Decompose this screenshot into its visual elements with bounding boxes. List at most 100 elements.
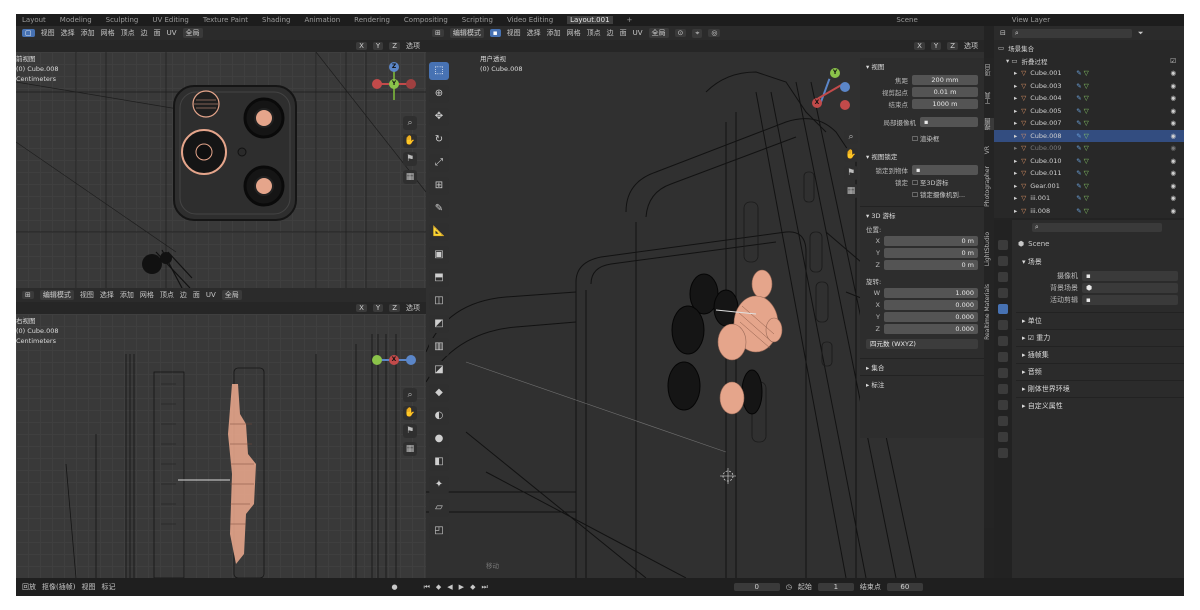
stopwatch-icon[interactable]: ◷ — [786, 583, 792, 591]
outliner-item-row[interactable]: ▸ ▽ Cube.001 ✎ ▽ ◉ — [994, 67, 1184, 80]
workspace-tab-scripting[interactable]: Scripting — [462, 16, 493, 24]
smooth-tool-icon[interactable]: ● — [429, 430, 449, 448]
mirror-y-toggle[interactable]: Y — [930, 42, 942, 50]
view-menu[interactable]: 视图 — [507, 28, 521, 38]
workspace-tab-rendering[interactable]: Rendering — [354, 16, 390, 24]
scale-tool-icon[interactable]: ⤢ — [429, 154, 449, 172]
face-menu[interactable]: 面 — [154, 28, 161, 38]
rot-x-field[interactable]: 0.000 — [884, 300, 978, 310]
mirror-y-toggle[interactable]: Y — [372, 42, 384, 50]
transform-orientation[interactable]: 全局 — [221, 290, 242, 300]
units-section[interactable]: ▸ 单位 — [1016, 312, 1184, 329]
shear-tool-icon[interactable]: ▱ — [429, 499, 449, 517]
face-menu[interactable]: 面 — [620, 28, 627, 38]
play-reverse-icon[interactable]: ◀ — [447, 583, 452, 591]
gravity-checkbox[interactable]: ☑ — [1028, 334, 1034, 342]
zoom-icon[interactable]: ⌕ — [403, 388, 417, 402]
camera-to-view-checkbox[interactable]: ☐ 锁定摄像机到... — [912, 189, 965, 199]
view-layer-selector[interactable]: View Layer — [1012, 16, 1050, 24]
cursor-y-field[interactable]: 0 m — [884, 248, 978, 258]
outliner-item-row[interactable]: ▸ ▽ Cube.004 ✎ ▽ ◉ — [994, 92, 1184, 105]
expand-arrow-icon[interactable]: ▸ — [1014, 82, 1017, 90]
options-menu[interactable]: 选项 — [964, 41, 978, 51]
outliner-item-row[interactable]: ▸ ▽ Cube.010 ✎ ▽ ◉ — [994, 155, 1184, 168]
transform-orientation[interactable]: 全局 — [182, 28, 203, 38]
edge-slide-icon[interactable]: ◧ — [429, 453, 449, 471]
editor-type-icon[interactable]: ⊞ — [432, 29, 444, 37]
gizmo-z-icon[interactable]: Z — [389, 62, 399, 72]
poly-build-icon[interactable]: ◆ — [429, 384, 449, 402]
visibility-eye-icon[interactable]: ◉ — [1170, 94, 1176, 102]
zoom-icon[interactable]: ⌕ — [844, 130, 858, 144]
cursor-x-field[interactable]: 0 m — [884, 236, 978, 246]
mirror-z-toggle[interactable]: Z — [389, 304, 400, 312]
outliner-item-row[interactable]: ▸ ▽ iii.008 ✎ ▽ ◉ — [994, 205, 1184, 218]
visibility-eye-icon[interactable]: ◉ — [1170, 182, 1176, 190]
transform-tool-icon[interactable]: ⊞ — [429, 177, 449, 195]
keying-menu[interactable]: 抠像(插帧) — [42, 582, 75, 592]
tab-view[interactable]: 视图 — [984, 118, 994, 130]
outliner-display-mode-icon[interactable]: ⊟ — [1000, 29, 1006, 37]
vertex-menu[interactable]: 顶点 — [160, 290, 174, 300]
rotate-tool-icon[interactable]: ↻ — [429, 131, 449, 149]
navigation-gizmo[interactable]: X — [372, 338, 416, 382]
workspace-tab-animation[interactable]: Animation — [304, 16, 340, 24]
edge-menu[interactable]: 边 — [607, 28, 614, 38]
gizmo-z-icon[interactable] — [840, 82, 850, 92]
audio-section[interactable]: ▸ 音频 — [1016, 363, 1184, 380]
options-menu[interactable]: 选项 — [406, 303, 420, 313]
next-key-icon[interactable]: ◆ — [470, 583, 475, 591]
scene-collection-row[interactable]: ▭ 场景集合 — [994, 42, 1184, 55]
grid-toggle-icon[interactable]: ▦ — [403, 442, 417, 456]
tab-tool[interactable]: 工具 — [984, 92, 994, 104]
rot-z-field[interactable]: 0.000 — [884, 324, 978, 334]
expand-arrow-icon[interactable]: ▸ — [1014, 194, 1017, 202]
view-menu[interactable]: 视图 — [41, 28, 55, 38]
navigation-gizmo[interactable]: Z Y — [372, 62, 416, 106]
outliner-item-row[interactable]: ▸ ▽ iii.001 ✎ ▽ ◉ — [994, 192, 1184, 205]
play-icon[interactable]: ▶ — [459, 583, 464, 591]
select-menu[interactable]: 选择 — [100, 290, 114, 300]
tab-photographer[interactable]: Photographer — [984, 166, 994, 207]
workspace-tab-uv-editing[interactable]: UV Editing — [152, 16, 189, 24]
scene-selector[interactable]: Scene — [896, 16, 917, 24]
camera-icon[interactable]: ⚑ — [844, 166, 858, 180]
outliner-item-row[interactable]: ▸ ▽ Cube.003 ✎ ▽ ◉ — [994, 80, 1184, 93]
gizmo-y-icon[interactable]: Y — [830, 68, 840, 78]
pan-hand-icon[interactable]: ✋ — [403, 134, 417, 148]
gizmo-y-icon[interactable] — [372, 355, 382, 365]
outliner-item-row[interactable]: ▸ ▽ Cube.008 ✎ ▽ ◉ — [994, 129, 1184, 142]
mirror-z-toggle[interactable]: Z — [947, 42, 958, 50]
viewport-right[interactable]: 右视图 (0) Cube.008 Centimeters X ⌕ ✋ ⚑ ▦ — [16, 314, 426, 578]
expand-arrow-icon[interactable]: ▸ — [1014, 182, 1017, 190]
local-camera-field[interactable]: ▪ — [920, 117, 978, 127]
tab-item[interactable]: 项目 — [984, 64, 994, 76]
view-layer-tab-icon[interactable] — [998, 288, 1008, 298]
object-tab-icon[interactable] — [998, 336, 1008, 346]
select-mode-icon[interactable]: ▢ — [22, 29, 35, 37]
expand-arrow-icon[interactable]: ▸ — [1014, 144, 1017, 152]
workspace-tab-video-editing[interactable]: Video Editing — [507, 16, 553, 24]
camera-icon[interactable]: ⚑ — [403, 152, 417, 166]
spin-tool-icon[interactable]: ◐ — [429, 407, 449, 425]
workspace-tab-texture-paint[interactable]: Texture Paint — [203, 16, 248, 24]
viewport-front[interactable]: 前视图 (0) Cube.008 Centimeters Z Y ⌕ ✋ ⚑ ▦ — [16, 52, 426, 288]
visibility-eye-icon[interactable]: ◉ — [1170, 82, 1176, 90]
proportional-icon[interactable]: ◎ — [708, 29, 721, 37]
tab-realtime-materials[interactable]: Realtime Materials — [984, 284, 994, 340]
cursor-z-field[interactable]: 0 m — [884, 260, 978, 270]
filter-icon[interactable]: ⏷ — [1138, 29, 1144, 38]
visibility-eye-icon[interactable]: ◉ — [1170, 132, 1176, 140]
rotation-mode-dropdown[interactable]: 四元数 (WXYZ) — [866, 339, 978, 349]
prev-key-icon[interactable]: ◆ — [436, 583, 441, 591]
mirror-x-toggle[interactable]: X — [356, 42, 367, 50]
mesh-menu[interactable]: 网格 — [567, 28, 581, 38]
uv-menu[interactable]: UV — [167, 29, 177, 37]
outliner-item-row[interactable]: ▸ ▽ Gear.001 ✎ ▽ ◉ — [994, 180, 1184, 193]
tool-tab-icon[interactable] — [998, 240, 1008, 250]
cursor-tool-icon[interactable]: ⊕ — [429, 85, 449, 103]
texture-tab-icon[interactable] — [998, 448, 1008, 458]
extrude-tool-icon[interactable]: ⬒ — [429, 269, 449, 287]
lock-to-cursor-checkbox[interactable]: ☐ 至3D游标 — [912, 177, 949, 187]
gizmo-x-icon[interactable]: X — [812, 98, 822, 108]
